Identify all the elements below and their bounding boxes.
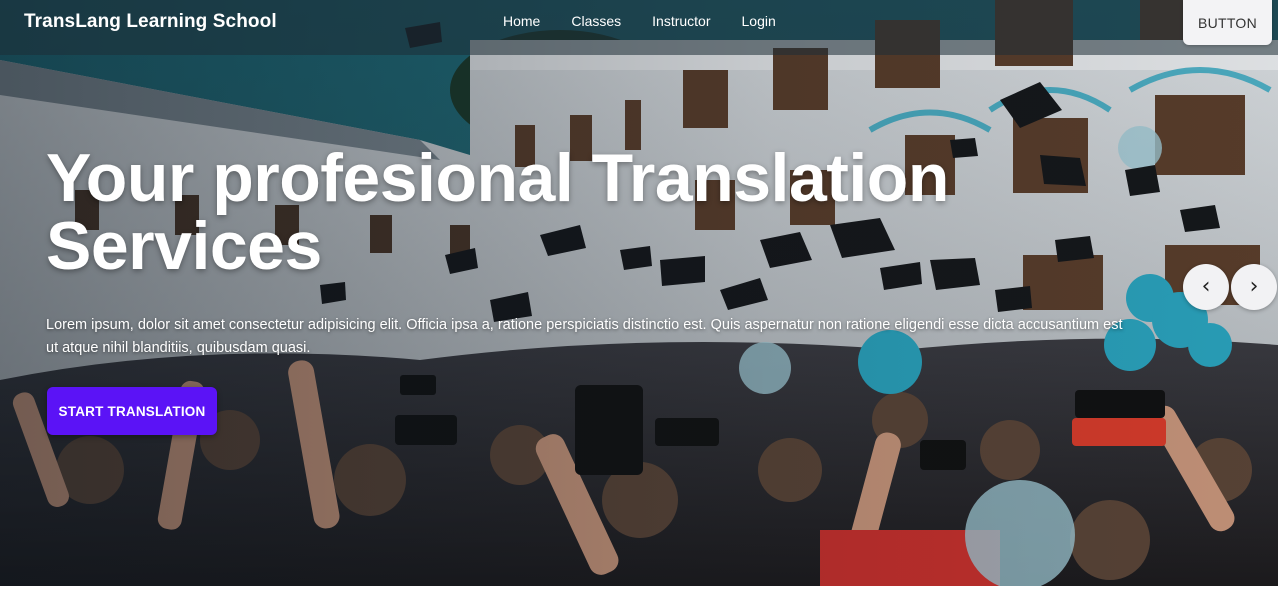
carousel-prev-button[interactable]: ‹	[1183, 264, 1229, 310]
nav-link-classes[interactable]: Classes	[571, 13, 621, 30]
chevron-right-icon: ›	[1249, 274, 1259, 299]
hero-description: Lorem ipsum, dolor sit amet consectetur …	[46, 317, 1123, 356]
nav-link-home[interactable]: Home	[503, 13, 540, 30]
nav-action-button[interactable]: BUTTON	[1183, 0, 1272, 45]
nav-link-login[interactable]: Login	[742, 13, 776, 30]
top-navbar: TransLang Learning School Home Classes I…	[0, 0, 1278, 55]
nav-link-instructor[interactable]: Instructor	[652, 13, 710, 30]
nav-links: Home Classes Instructor Login	[503, 13, 807, 30]
hero-headline: Your profesional Translation Services	[46, 140, 949, 284]
brand-logo-text[interactable]: TransLang Learning School	[24, 11, 277, 33]
carousel-next-button[interactable]: ›	[1231, 264, 1277, 310]
hero-overlay	[0, 0, 1278, 586]
start-translation-button[interactable]: START TRANSLATION	[47, 387, 217, 435]
chevron-left-icon: ‹	[1201, 274, 1211, 299]
hero-section	[0, 0, 1278, 586]
